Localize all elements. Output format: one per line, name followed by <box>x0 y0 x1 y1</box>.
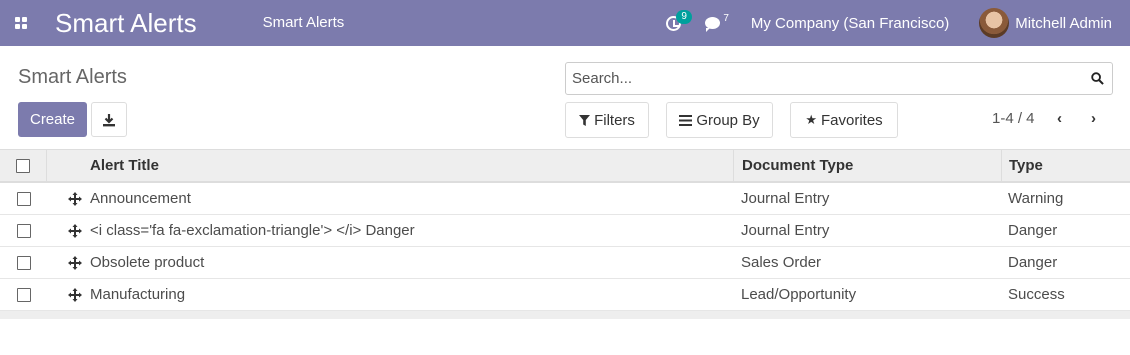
alert-type: Danger <box>1008 222 1058 239</box>
row-checkbox[interactable] <box>16 255 31 270</box>
alerts-table: Alert Title Document Type Type Announcem… <box>0 149 1130 319</box>
row-title-cell: Manufacturing <box>47 279 733 310</box>
chevron-right-icon[interactable]: › <box>1091 110 1096 127</box>
messaging-menu[interactable]: 7 <box>705 0 729 46</box>
table-header: Alert Title Document Type Type <box>0 149 1130 183</box>
activity-count-badge: 9 <box>676 10 692 24</box>
table-row[interactable]: <i class='fa fa-exclamation-triangle'> <… <box>0 215 1130 247</box>
message-count: 7 <box>723 12 729 24</box>
app-brand[interactable]: Smart Alerts <box>55 0 197 46</box>
table-row[interactable]: Obsolete product Sales Order Danger <box>0 247 1130 279</box>
download-icon <box>103 113 115 126</box>
company-switcher[interactable]: My Company (San Francisco) <box>751 0 949 46</box>
alert-type: Danger <box>1008 254 1058 271</box>
filters-button[interactable]: Filters <box>565 102 649 138</box>
export-button[interactable] <box>91 102 127 137</box>
row-checkbox[interactable] <box>16 287 31 302</box>
select-all-cell <box>0 150 47 181</box>
alert-title: Manufacturing <box>90 286 186 303</box>
row-select-cell <box>0 215 47 246</box>
page-title: Smart Alerts <box>18 66 127 88</box>
bars-icon <box>679 114 693 126</box>
row-select-cell <box>0 247 47 278</box>
drag-handle-icon[interactable] <box>62 191 88 206</box>
table-row[interactable]: Manufacturing Lead/Opportunity Success <box>0 279 1130 311</box>
groupby-button[interactable]: Group By <box>666 102 773 138</box>
row-checkbox[interactable] <box>16 223 31 238</box>
drag-handle-icon[interactable] <box>62 255 88 270</box>
drag-handle-icon[interactable] <box>62 223 88 238</box>
header-alert-title[interactable]: Alert Title <box>47 150 733 181</box>
document-type: Sales Order <box>741 254 822 271</box>
search-box <box>565 62 1113 95</box>
row-title-cell: <i class='fa fa-exclamation-triangle'> <… <box>47 215 733 246</box>
row-select-cell <box>0 279 47 310</box>
user-menu[interactable]: Mitchell Admin <box>979 0 1112 46</box>
groupby-label: Group By <box>696 111 760 129</box>
avatar <box>979 8 1010 38</box>
drag-handle-icon[interactable] <box>62 287 88 302</box>
row-title-cell: Obsolete product <box>47 247 733 278</box>
create-button[interactable]: Create <box>18 102 87 137</box>
favorites-label: Favorites <box>820 111 883 129</box>
alert-type: Success <box>1008 286 1065 303</box>
header-type[interactable]: Type <box>1001 150 1130 181</box>
table-row[interactable]: Announcement Journal Entry Warning <box>0 183 1130 215</box>
row-title-cell: Announcement <box>47 183 733 214</box>
user-name: Mitchell Admin <box>1015 14 1112 32</box>
chevron-left-icon[interactable]: ‹ <box>1057 110 1062 127</box>
table-footer <box>0 311 1130 319</box>
search-icon[interactable] <box>1091 72 1104 85</box>
header-document-type[interactable]: Document Type <box>733 150 1001 181</box>
alert-title: <i class='fa fa-exclamation-triangle'> <… <box>90 222 415 239</box>
row-select-cell <box>0 183 47 214</box>
pager-value[interactable]: 1-4 / 4 <box>992 110 1035 127</box>
document-type: Journal Entry <box>741 222 830 239</box>
document-type: Journal Entry <box>741 190 830 207</box>
row-checkbox[interactable] <box>16 191 31 206</box>
document-type: Lead/Opportunity <box>741 286 857 303</box>
alert-title: Announcement <box>90 190 191 207</box>
menu-item-smart-alerts[interactable]: Smart Alerts <box>263 0 345 46</box>
filter-icon <box>579 114 591 126</box>
alert-type: Warning <box>1008 190 1064 207</box>
select-all-checkbox[interactable] <box>16 158 30 173</box>
activity-menu[interactable]: 9 <box>666 0 692 46</box>
filters-label: Filters <box>594 111 635 129</box>
alert-title: Obsolete product <box>90 254 205 271</box>
top-navbar: Smart Alerts Smart Alerts 9 7 My Company… <box>0 0 1130 46</box>
comments-icon <box>705 17 721 32</box>
search-input[interactable] <box>566 63 1066 94</box>
favorites-button[interactable]: ★ Favorites <box>790 102 898 138</box>
apps-menu-icon[interactable] <box>0 0 42 46</box>
star-icon: ★ <box>805 112 817 127</box>
